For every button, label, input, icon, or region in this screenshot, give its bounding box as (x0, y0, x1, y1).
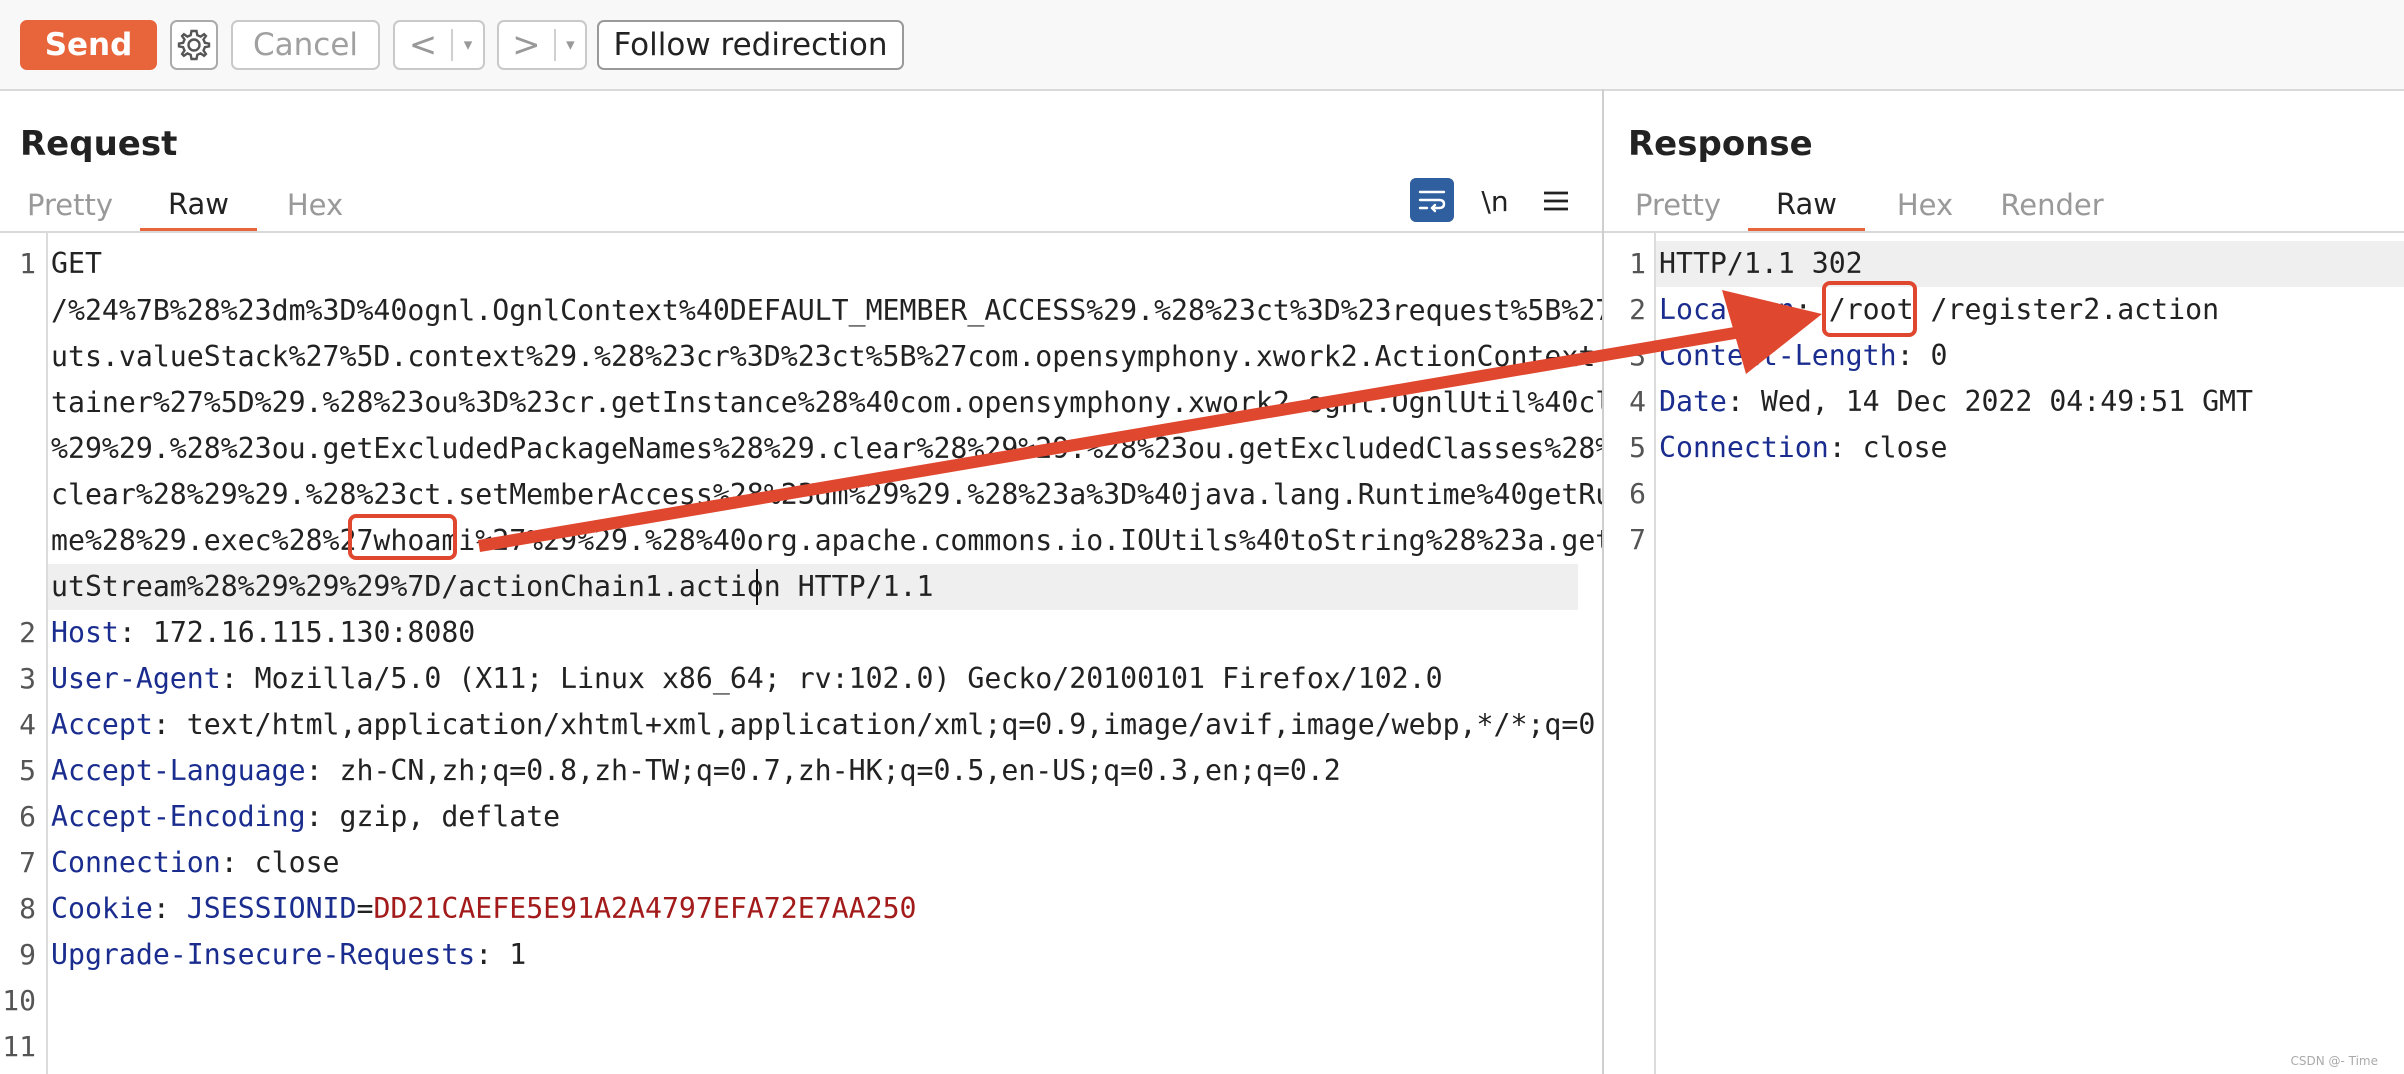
arrow-shaft (478, 324, 1753, 552)
watermark: CSDN @- Time (2290, 1054, 2378, 1068)
annotation-arrow (478, 290, 1822, 552)
arrow-head-icon (1722, 290, 1822, 374)
